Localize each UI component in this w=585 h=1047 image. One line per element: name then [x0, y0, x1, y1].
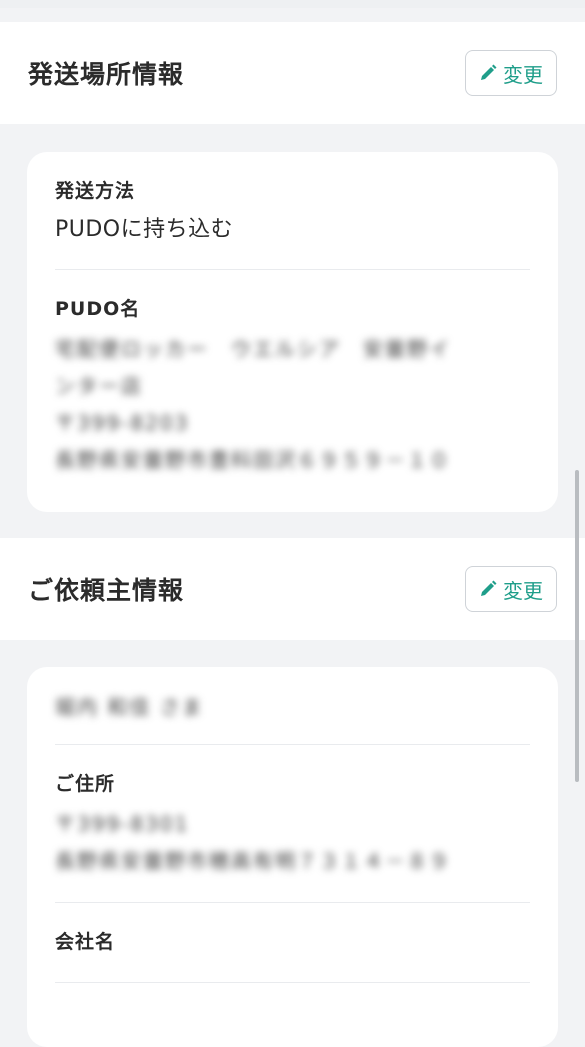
requester-name-field: 堀内 和佳 さま	[55, 667, 530, 745]
requester-address-field: ご住所 〒399-8301 長野県安曇野市穂高有明７３１４－８９	[55, 745, 530, 903]
shipping-card: 発送方法 PUDOに持ち込む PUDO名 宅配便ロッカー ウエルシア 安曇野イ …	[27, 152, 558, 512]
requester-section-header: ご依頼主情報 変更	[0, 538, 585, 640]
requester-edit-button[interactable]: 変更	[465, 566, 557, 612]
shipping-method-value: PUDOに持ち込む	[55, 217, 234, 242]
requester-name: 堀内 和佳 さま	[55, 695, 204, 719]
shipping-section-title: 発送場所情報	[28, 60, 185, 89]
company-field: 会社名	[55, 903, 530, 983]
pencil-icon	[479, 64, 497, 82]
pudo-address-line: 長野県安曇野市豊科田沢６９５９－１０	[55, 448, 451, 472]
company-label: 会社名	[55, 931, 116, 953]
requester-card: 堀内 和佳 さま ご住所 〒399-8301 長野県安曇野市穂高有明７３１４－８…	[27, 667, 558, 1047]
pudo-address-line: ンター店	[55, 374, 143, 398]
requester-edit-label: 変更	[503, 578, 543, 603]
pencil-icon	[479, 580, 497, 598]
requester-address-label: ご住所	[55, 773, 116, 795]
shipping-edit-label: 変更	[503, 62, 543, 87]
pudo-name-field: PUDO名 宅配便ロッカー ウエルシア 安曇野イ ンター店 〒399-8203 …	[55, 270, 530, 501]
shipping-edit-button[interactable]: 変更	[465, 50, 557, 96]
pudo-address-line: 〒399-8203	[55, 411, 190, 435]
requester-address-line: 長野県安曇野市穂高有明７３１４－８９	[55, 849, 451, 873]
top-strip	[0, 0, 585, 8]
requester-address-line: 〒399-8301	[55, 812, 190, 836]
shipping-section-header: 発送場所情報 変更	[0, 22, 585, 124]
scrollbar[interactable]	[575, 470, 579, 782]
pudo-address-line: 宅配便ロッカー ウエルシア 安曇野イ	[55, 337, 451, 361]
shipping-method-label: 発送方法	[55, 180, 136, 202]
shipping-method-field: 発送方法 PUDOに持ち込む	[55, 152, 530, 270]
requester-section-title: ご依頼主情報	[28, 576, 185, 605]
pudo-name-label: PUDO名	[55, 298, 141, 320]
